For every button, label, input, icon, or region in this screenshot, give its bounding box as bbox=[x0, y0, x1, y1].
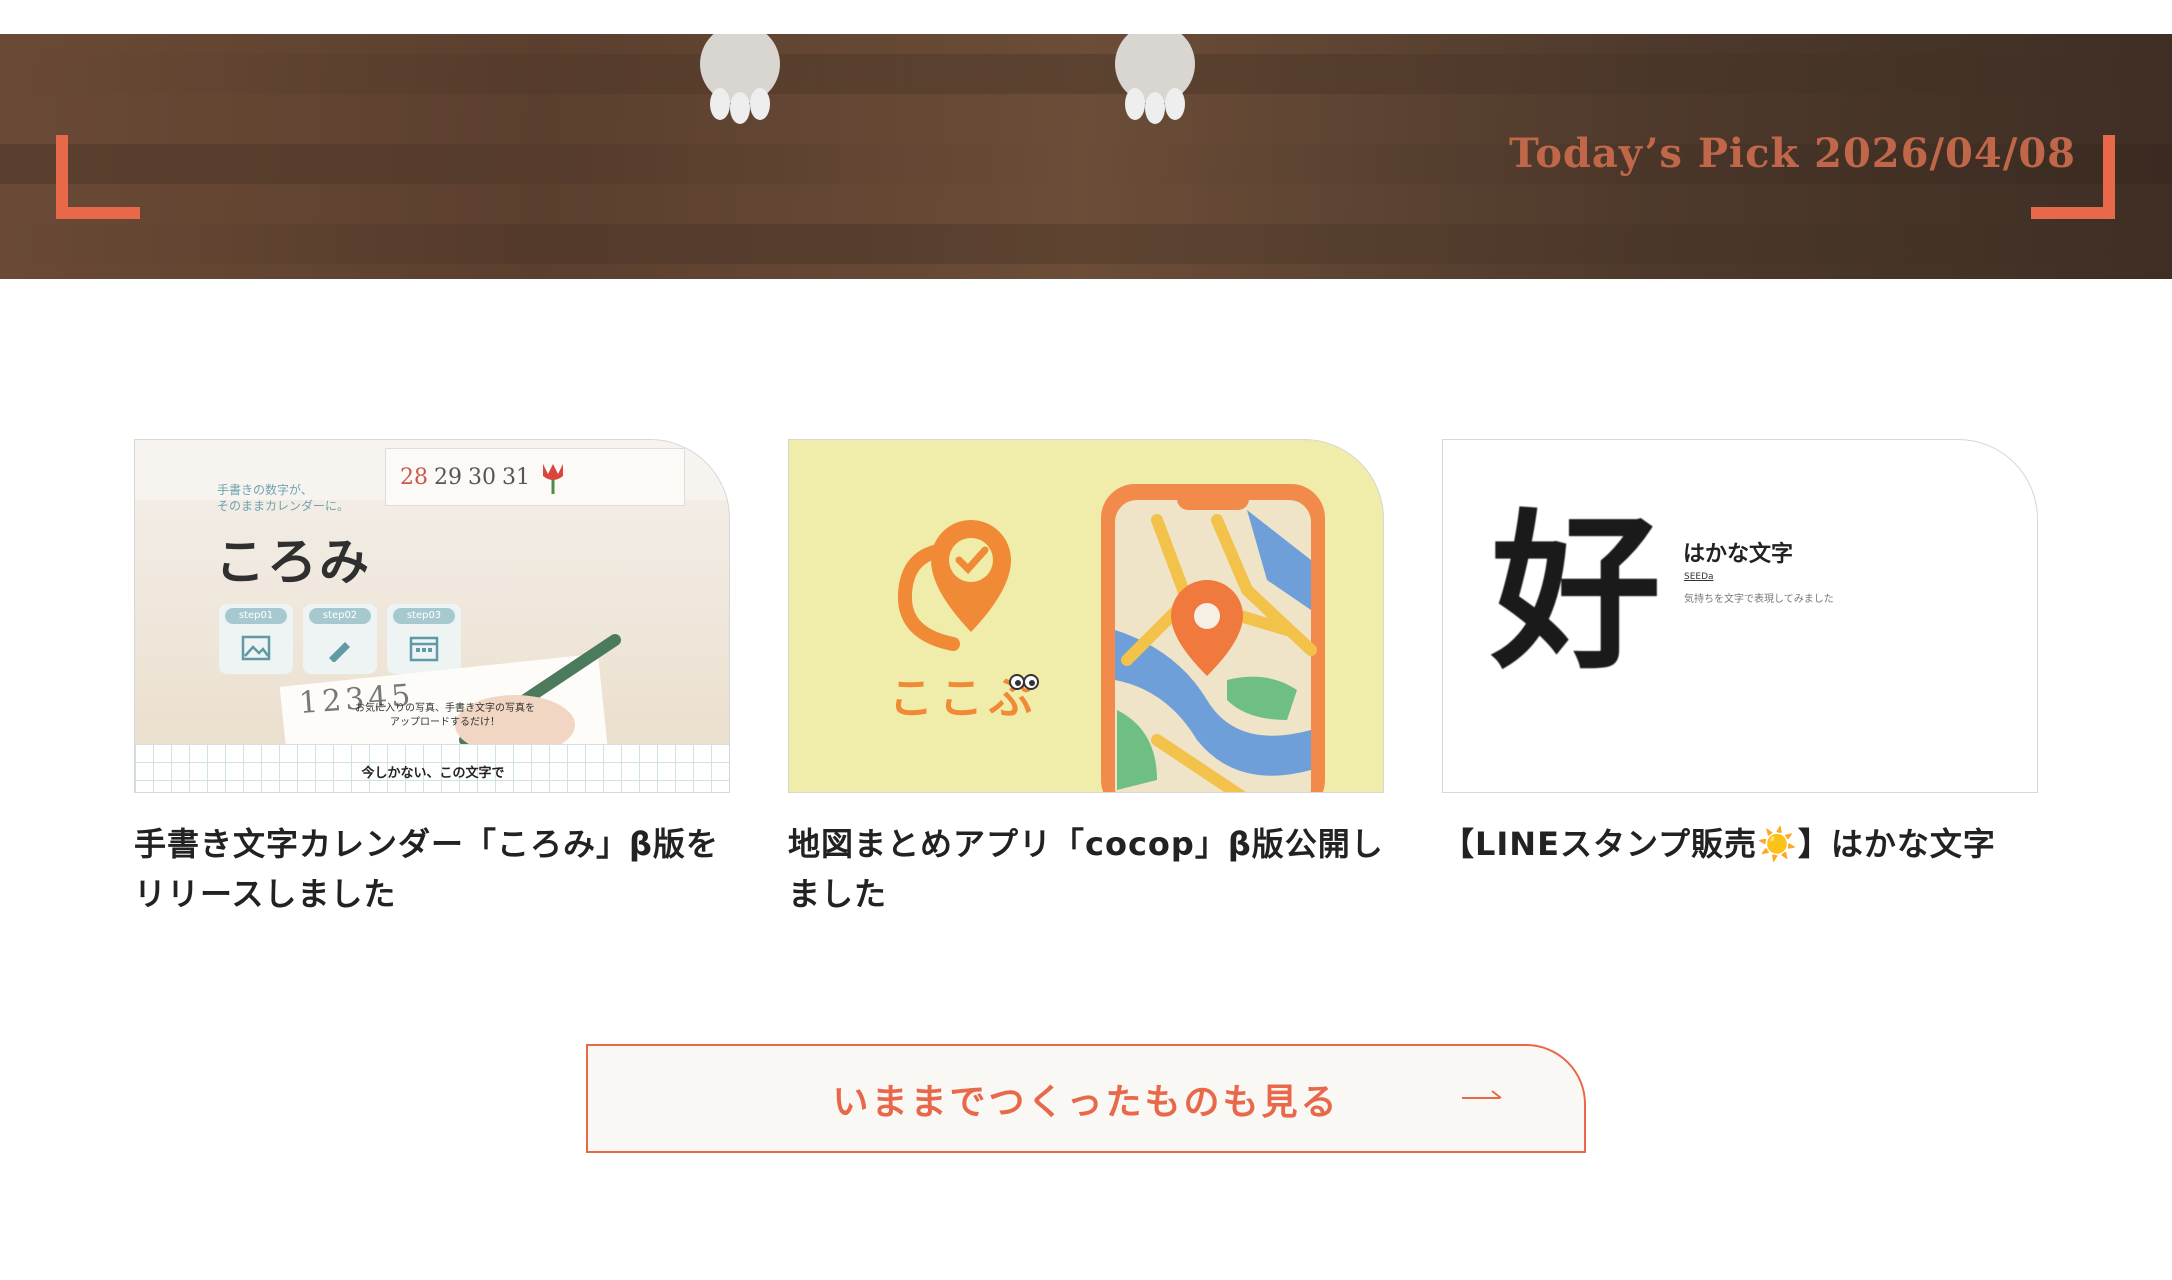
cat-paw-right-image bbox=[1115, 34, 1195, 124]
card-title[interactable]: 地図まとめアプリ「cocop」β版公開しました bbox=[788, 819, 1384, 919]
card-title[interactable]: 手書き文字カレンダー「ころみ」β版をリリースしました bbox=[134, 819, 730, 919]
wood-grain bbox=[0, 224, 2172, 264]
step-label: step02 bbox=[309, 608, 371, 624]
view-past-works-label: いままでつくったものも見る bbox=[832, 1081, 1340, 1123]
calendar-number: 29 bbox=[434, 464, 462, 490]
koromi-caption: お気に入りの写真、手書き文字の写真を アップロードするだけ！ bbox=[355, 703, 535, 728]
arrow-right-icon bbox=[1462, 1090, 1502, 1099]
work-card-hakana-moji[interactable]: 好 はかな文字 SEEDa 気持ちを文字で表現してみました 【LINEスタンプ販… bbox=[1442, 439, 2038, 869]
tulip-icon bbox=[543, 464, 563, 494]
koromi-thumbnail[interactable]: 28 29 30 31 手書きの数字が、 そのままカレンダーに。 ころみ ste… bbox=[134, 439, 730, 793]
koromi-logo-text: ころみ bbox=[215, 533, 371, 591]
view-past-works-button[interactable]: いままでつくったものも見る bbox=[586, 1044, 1586, 1153]
calendar-number: 31 bbox=[502, 464, 530, 490]
calendar-number: 30 bbox=[468, 464, 496, 490]
hakana-heading: はかな文字 bbox=[1683, 542, 1794, 567]
photo-icon bbox=[241, 635, 271, 661]
cat-paw-left-image bbox=[700, 34, 780, 124]
pen-icon bbox=[329, 642, 350, 662]
step-card: step03 bbox=[387, 604, 461, 674]
calendar-number: 28 bbox=[400, 464, 428, 490]
work-card-koromi[interactable]: 28 29 30 31 手書きの数字が、 そのままカレンダーに。 ころみ ste… bbox=[134, 439, 730, 919]
step-card: step01 bbox=[219, 604, 293, 674]
hakana-author: SEEDa bbox=[1684, 572, 1714, 582]
eyes-icon bbox=[1009, 674, 1039, 690]
hero-banner: Today’s Pick 2026/04/08 bbox=[0, 34, 2172, 279]
todays-pick-label: Today’s Pick 2026/04/08 bbox=[1509, 130, 2076, 177]
hand-with-pen-image bbox=[455, 634, 621, 750]
cocop-thumbnail[interactable]: ここぷ bbox=[788, 439, 1384, 793]
calendar-icon bbox=[409, 636, 439, 662]
step-card: step02 bbox=[303, 604, 377, 674]
step-label: step01 bbox=[225, 608, 287, 624]
step-label: step03 bbox=[393, 608, 455, 624]
koromi-headline: 手書きの数字が、 そのままカレンダーに。 bbox=[217, 483, 350, 513]
hakana-description: 気持ちを文字で表現してみました bbox=[1684, 594, 1834, 605]
hakana-moji-thumbnail[interactable]: 好 はかな文字 SEEDa 気持ちを文字で表現してみました bbox=[1442, 439, 2038, 793]
steps-row: step01 step02 step03 bbox=[219, 604, 461, 674]
cocop-logo-icon bbox=[897, 520, 1011, 651]
work-card-cocop[interactable]: ここぷ 地図まとめアプリ「cocop」β版公開しました bbox=[788, 439, 1384, 919]
koromi-footer-text: 今しかない、この文字で bbox=[361, 766, 505, 781]
wall-calendar: 28 29 30 31 bbox=[385, 448, 685, 506]
card-title[interactable]: 【LINEスタンプ販売☀️】はかな文字 bbox=[1442, 819, 2038, 869]
wood-grain bbox=[0, 54, 2172, 94]
phone-map-image bbox=[1101, 484, 1325, 792]
corner-bracket-left-icon bbox=[56, 135, 140, 219]
hakana-big-character: 好 bbox=[1491, 493, 1662, 693]
